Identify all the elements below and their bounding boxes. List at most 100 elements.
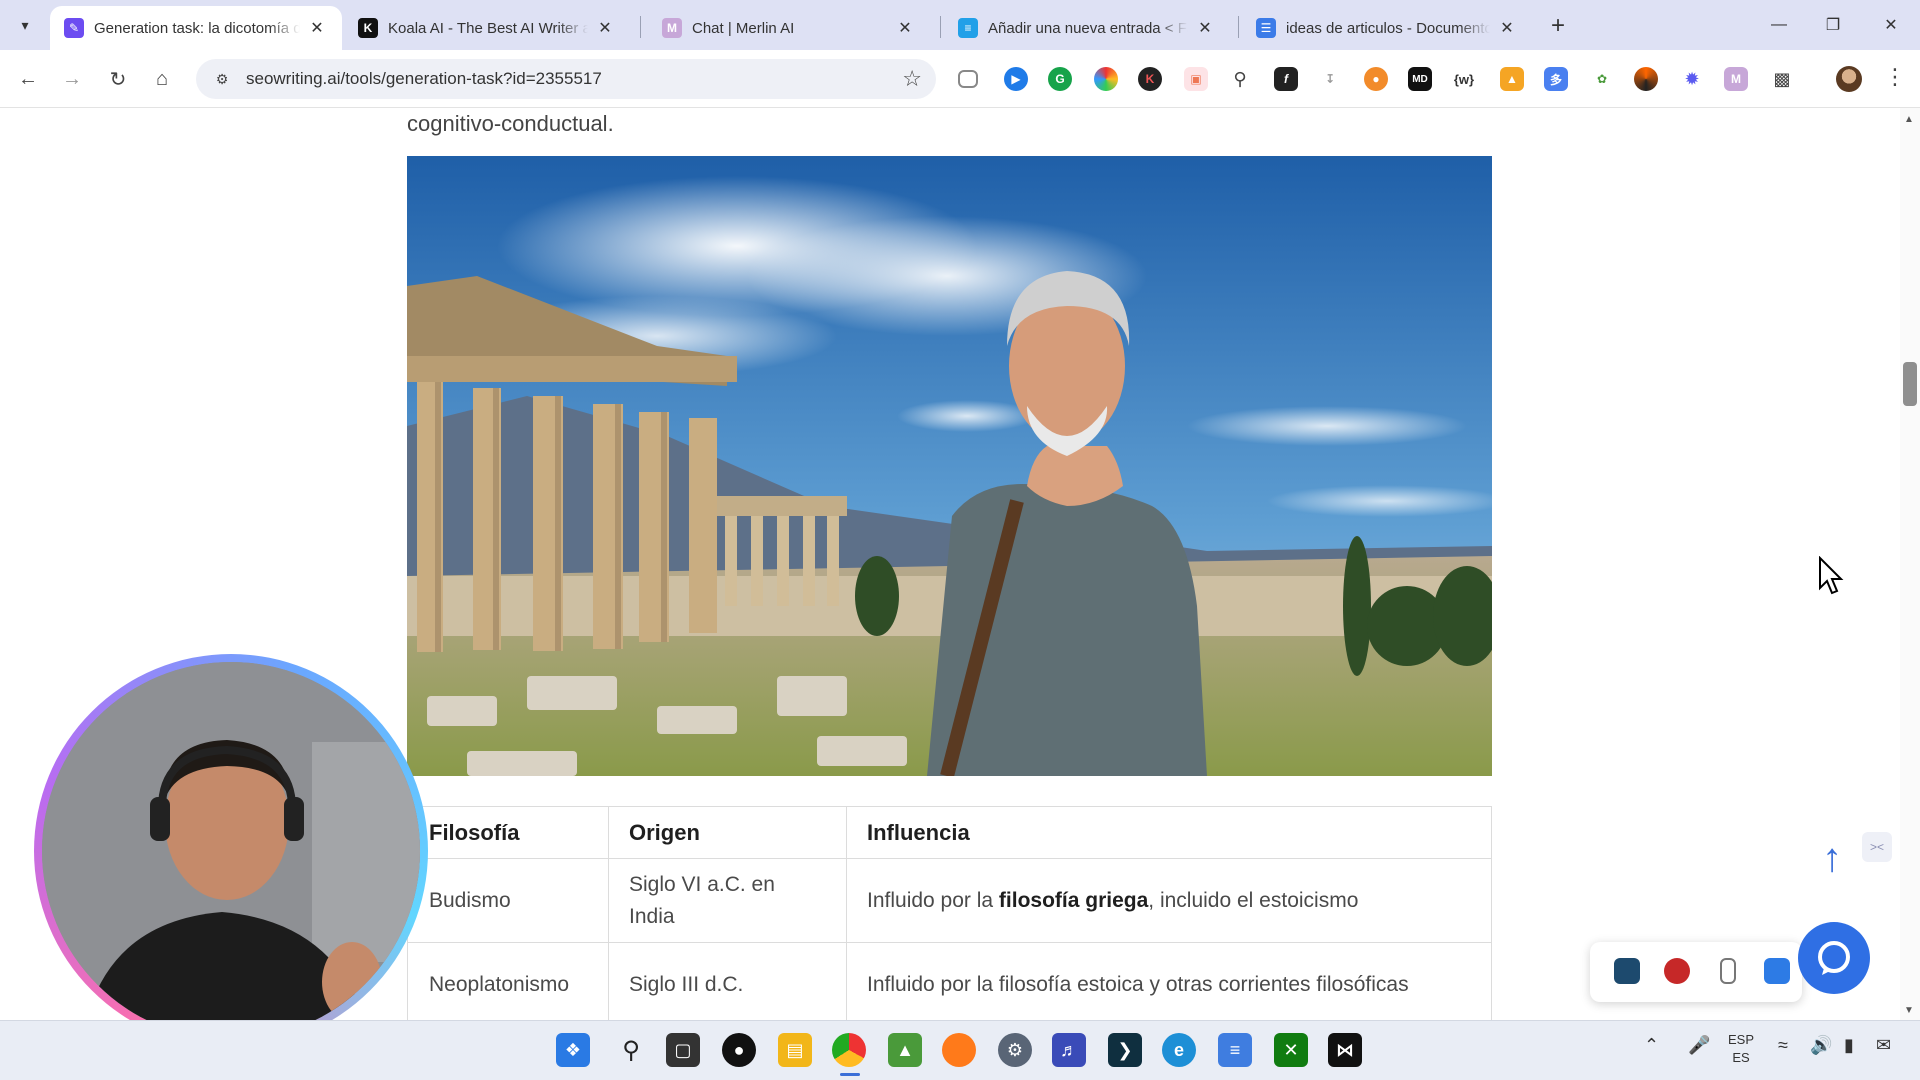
vertical-scrollbar[interactable]: ▲ ▼ xyxy=(1900,108,1920,1020)
wifi-icon[interactable]: ≈ xyxy=(1778,1035,1788,1056)
volume-icon[interactable]: 🔊 xyxy=(1810,1035,1832,1056)
chrome-icon[interactable] xyxy=(832,1033,866,1067)
presenter-video xyxy=(42,662,420,1040)
floating-extension-tray xyxy=(1590,942,1802,1002)
grammarly-extension-icon[interactable]: G xyxy=(1048,67,1072,91)
play-extension-icon[interactable]: ▶ xyxy=(1004,67,1028,91)
circle-extension-icon[interactable] xyxy=(1634,67,1658,91)
reload-icon: ↻ xyxy=(109,68,127,91)
minimize-icon: — xyxy=(1771,16,1787,33)
capcut-icon[interactable]: ⋈ xyxy=(1328,1033,1362,1067)
badge-extension-icon[interactable]: ▲ xyxy=(1500,67,1524,91)
active-app-indicator xyxy=(840,1073,860,1076)
influencia-text: , incluido el estoicismo xyxy=(1148,888,1359,912)
arrow-up-icon: ↑ xyxy=(1822,835,1842,880)
article-image xyxy=(407,156,1492,776)
search-extension-icon[interactable]: ⚲ xyxy=(1228,67,1252,91)
new-tab-button[interactable]: + xyxy=(1544,12,1572,40)
seowriting-icon: ✎ xyxy=(64,18,84,38)
wordpress-icon: ≡ xyxy=(958,18,978,38)
battery-icon[interactable]: ▮ xyxy=(1844,1035,1854,1056)
search-icon[interactable]: ⚲ xyxy=(614,1033,648,1067)
xbox-icon[interactable]: ✕ xyxy=(1274,1033,1308,1067)
close-window-button[interactable]: ✕ xyxy=(1868,8,1914,42)
screenshot-extension-icon[interactable] xyxy=(958,70,978,88)
puzzle-extensions-icon[interactable]: ▩ xyxy=(1770,67,1794,91)
settings-icon[interactable]: ⚙ xyxy=(998,1033,1032,1067)
close-icon[interactable]: ✕ xyxy=(1194,17,1216,39)
tray-app-icon[interactable] xyxy=(1664,958,1690,984)
obs-icon[interactable]: ● xyxy=(722,1033,756,1067)
edge-icon[interactable]: e xyxy=(1162,1033,1196,1067)
image-app-icon[interactable]: ▲ xyxy=(888,1033,922,1067)
back-button[interactable]: ← xyxy=(12,63,44,95)
code-extension-icon[interactable]: {w} xyxy=(1452,67,1476,91)
k-extension-icon[interactable]: K xyxy=(1138,67,1162,91)
download-extension-icon[interactable]: ↧ xyxy=(1318,67,1342,91)
webcam-overlay xyxy=(34,654,428,1048)
task-view-icon[interactable]: ▢ xyxy=(666,1033,700,1067)
arrow-right-icon: → xyxy=(62,67,82,90)
minimize-button[interactable]: — xyxy=(1756,8,1802,42)
tab-title: Generation task: la dicotomía de xyxy=(94,19,300,37)
reload-button[interactable]: ↻ xyxy=(102,63,134,95)
tab-wordpress[interactable]: ≡ Añadir una nueva entrada < Fa ✕ xyxy=(944,6,1230,50)
notification-icon[interactable]: ✉ xyxy=(1876,1035,1891,1056)
close-icon[interactable]: ✕ xyxy=(594,17,616,39)
home-button[interactable]: ⌂ xyxy=(146,63,178,95)
close-icon[interactable]: ✕ xyxy=(894,17,916,39)
chat-widget-button[interactable] xyxy=(1798,922,1870,994)
scroll-to-top-button[interactable]: ↑ xyxy=(1810,836,1854,880)
influencia-bold: filosofía griega xyxy=(998,888,1149,912)
tray-shield-icon[interactable] xyxy=(1764,958,1790,984)
site-info-icon[interactable]: ⚙ xyxy=(212,69,232,89)
tray-usb-icon[interactable] xyxy=(1720,958,1736,984)
notepad-icon[interactable]: ≡ xyxy=(1218,1033,1252,1067)
microphone-icon[interactable]: 🎤 xyxy=(1688,1035,1710,1056)
leaf-extension-icon[interactable]: ✿ xyxy=(1590,67,1614,91)
firefox-icon[interactable] xyxy=(942,1033,976,1067)
koala-icon: K xyxy=(358,18,378,38)
tab-koala[interactable]: K Koala AI - The Best AI Writer an ✕ xyxy=(344,6,630,50)
translate-extension-icon[interactable]: 多 xyxy=(1544,67,1568,91)
collapse-widget-icon[interactable]: >< xyxy=(1862,832,1892,862)
tab-generation-task[interactable]: ✎ Generation task: la dicotomía de ✕ xyxy=(50,6,342,50)
md-extension-icon[interactable]: MD xyxy=(1408,67,1432,91)
profile-avatar[interactable] xyxy=(1836,66,1862,92)
more-menu-icon[interactable]: ⋮ xyxy=(1884,64,1906,90)
scroll-up-icon[interactable]: ▲ xyxy=(1904,114,1914,125)
tab-google-docs[interactable]: ☰ ideas de articulos - Documento ✕ xyxy=(1242,6,1532,50)
url-text[interactable]: seowriting.ai/tools/generation-task?id=2… xyxy=(246,69,602,89)
address-bar[interactable]: ⚙ seowriting.ai/tools/generation-task?id… xyxy=(196,59,936,99)
merlin-extension-icon[interactable]: M xyxy=(1724,67,1748,91)
chevron-up-icon[interactable]: ⌃ xyxy=(1644,1035,1659,1056)
orange-extension-icon[interactable]: ● xyxy=(1364,67,1388,91)
scroll-down-icon[interactable]: ▼ xyxy=(1904,1005,1914,1016)
close-icon[interactable]: ✕ xyxy=(1496,17,1518,39)
language-indicator[interactable]: ESP ES xyxy=(1728,1031,1754,1067)
close-icon[interactable]: ✕ xyxy=(306,17,328,39)
bookmark-star-icon[interactable]: ☆ xyxy=(902,67,922,91)
font-extension-icon[interactable]: f xyxy=(1274,67,1298,91)
tab-merlin[interactable]: M Chat | Merlin AI ✕ xyxy=(648,6,930,50)
cell-origen: Siglo VI a.C. en India xyxy=(608,858,847,943)
scrollbar-thumb[interactable] xyxy=(1903,362,1917,406)
tab-title: Añadir una nueva entrada < Fa xyxy=(988,19,1188,37)
column-header-influencia: Influencia xyxy=(846,806,1492,859)
plus-icon: + xyxy=(1550,12,1565,39)
restore-button[interactable]: ❐ xyxy=(1810,8,1856,42)
cell-filosofia: Neoplatonismo xyxy=(407,942,609,1020)
tray-app-icon[interactable] xyxy=(1614,958,1640,984)
file-explorer-icon[interactable]: ▤ xyxy=(778,1033,812,1067)
tab-title: Chat | Merlin AI xyxy=(692,19,795,37)
table-row: Neoplatonismo Siglo III d.C. Influido po… xyxy=(407,942,1492,1020)
tab-strip: ▾ ✎ Generation task: la dicotomía de ✕ K… xyxy=(0,0,1920,50)
headphones-app-icon[interactable]: ♬ xyxy=(1052,1033,1086,1067)
forward-button[interactable]: → xyxy=(56,63,88,95)
color-extension-icon[interactable] xyxy=(1094,67,1118,91)
tab-search-button[interactable]: ▾ xyxy=(10,10,40,40)
windows-start-icon[interactable]: ❖ xyxy=(556,1033,590,1067)
terminal-icon[interactable]: ❯ xyxy=(1108,1033,1142,1067)
image-extension-icon[interactable]: ▣ xyxy=(1184,67,1208,91)
sparkle-extension-icon[interactable]: ✹ xyxy=(1680,67,1704,91)
